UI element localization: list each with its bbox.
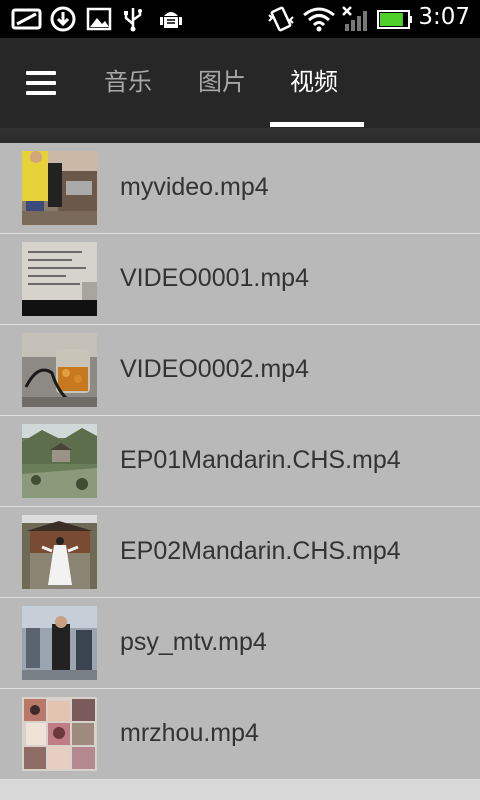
usb-icon xyxy=(124,8,142,32)
clock: 3:07 xyxy=(418,4,470,30)
palace-figure-thumbnail xyxy=(22,515,97,589)
list-item[interactable]: psy_mtv.mp4 xyxy=(0,598,480,689)
people-car-thumbnail xyxy=(22,151,97,225)
list-item[interactable]: VIDEO0001.mp4 xyxy=(0,234,480,325)
download-icon xyxy=(50,6,76,32)
wifi-icon xyxy=(303,7,335,32)
menu-icon[interactable] xyxy=(26,71,56,95)
list-item[interactable]: mrzhou.mp4 xyxy=(0,689,480,780)
tab-videos[interactable]: 视频 xyxy=(290,62,338,102)
mail-sync-icon xyxy=(11,8,42,30)
mountain-temple-thumbnail xyxy=(22,424,97,498)
video-filename: EP01Mandarin.CHS.mp4 xyxy=(120,446,401,474)
list-item[interactable]: VIDEO0002.mp4 xyxy=(0,325,480,416)
android-debug-icon xyxy=(160,12,182,28)
active-tab-indicator xyxy=(270,122,364,127)
tab-pictures[interactable]: 图片 xyxy=(198,62,246,102)
image-icon xyxy=(86,7,112,31)
video-filename: VIDEO0002.mp4 xyxy=(120,355,309,383)
battery-icon xyxy=(377,10,412,29)
status-bar: 3:07 xyxy=(0,0,480,38)
tab-bar: 音乐 图片 视频 xyxy=(0,38,480,128)
list-item[interactable]: EP02Mandarin.CHS.mp4 xyxy=(0,507,480,598)
crowd-thumbnail xyxy=(22,606,97,680)
video-filename: psy_mtv.mp4 xyxy=(120,628,267,656)
video-filename: mrzhou.mp4 xyxy=(120,719,259,747)
jar-thumbnail xyxy=(22,333,97,407)
list-item[interactable]: EP01Mandarin.CHS.mp4 xyxy=(0,416,480,507)
tab-music[interactable]: 音乐 xyxy=(104,62,152,102)
vibrate-icon xyxy=(268,6,294,32)
collage-thumbnail xyxy=(22,697,97,771)
video-list: myvideo.mp4 VIDEO0001.mp4 VIDEO0002.mp4 … xyxy=(0,143,480,780)
tab-bar-divider xyxy=(0,128,480,143)
video-filename: VIDEO0001.mp4 xyxy=(120,264,309,292)
signal-icon xyxy=(342,6,367,31)
video-filename: myvideo.mp4 xyxy=(120,173,269,201)
list-item[interactable]: myvideo.mp4 xyxy=(0,143,480,234)
screen-thumbnail xyxy=(22,242,97,316)
video-filename: EP02Mandarin.CHS.mp4 xyxy=(120,537,401,565)
